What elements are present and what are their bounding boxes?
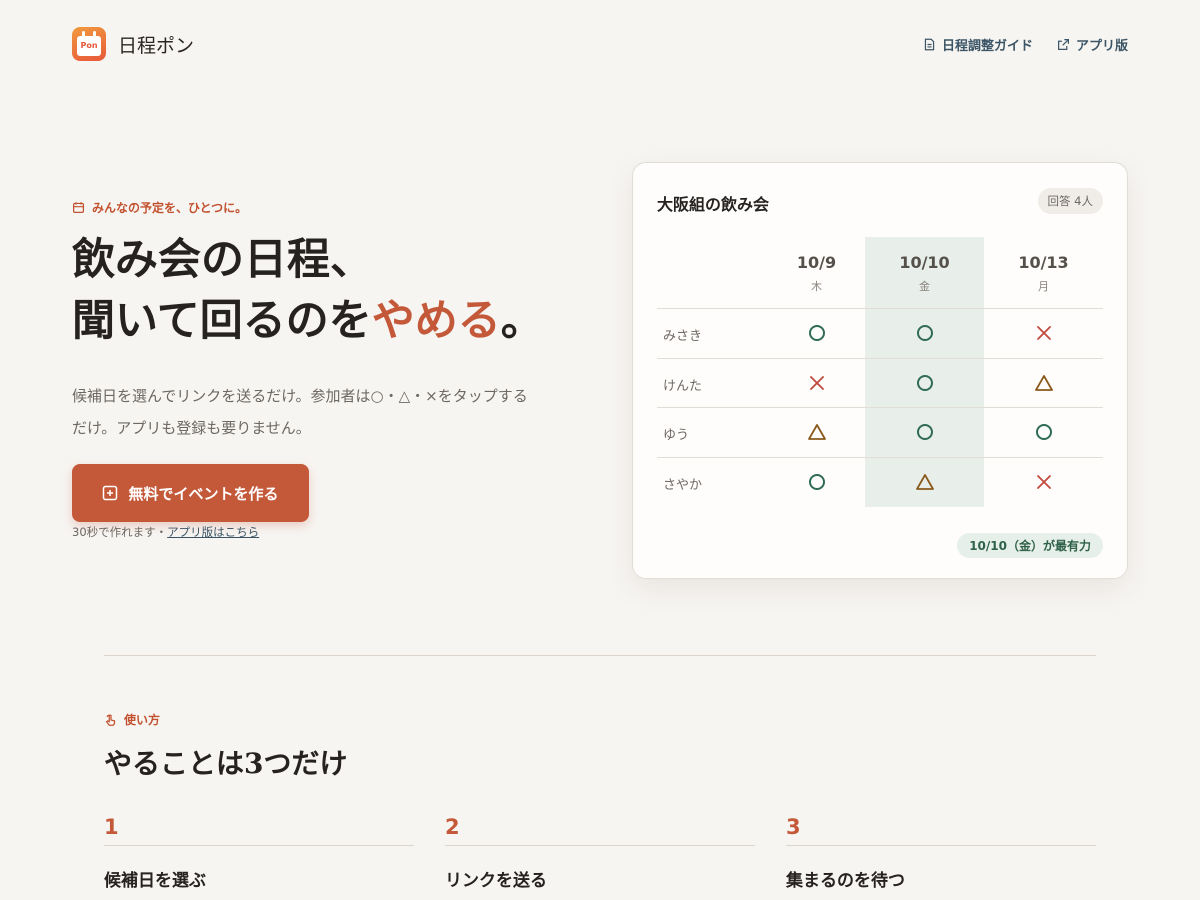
how-title: やることは3つだけ xyxy=(104,747,348,780)
date-header-row: 10/9 木 10/10 金 10/13 月 xyxy=(657,237,1103,309)
top-nav: 日程調整ガイド アプリ版 xyxy=(923,35,1128,54)
step-label: 集まるのを待つ xyxy=(786,871,905,891)
external-link-icon xyxy=(1058,38,1069,50)
step-card: 3 集まるのを待つ xyxy=(786,815,1096,891)
schedule-preview-card: 大阪組の飲み会 回答 4人 10/9 木 10/10 金 10/13 月 みさき… xyxy=(632,162,1128,579)
best-date-badge: 10/10（金）が最有力 xyxy=(957,533,1103,558)
circle-mark-icon xyxy=(915,323,935,343)
create-event-label: 無料でイベントを作る xyxy=(128,484,279,503)
availability-grid: 10/9 木 10/10 金 10/13 月 みさきけんたゆうさやか xyxy=(657,237,1103,507)
triangle-mark-icon xyxy=(1034,373,1054,393)
triangle-mark-icon xyxy=(915,472,935,492)
date-label: 10/9 xyxy=(796,253,837,272)
how-eyebrow-text: 使い方 xyxy=(124,713,161,727)
circle-mark-icon xyxy=(1034,422,1054,442)
step-number: 2 xyxy=(445,815,755,846)
participant-row: さやか xyxy=(657,458,1103,508)
cta-note: 30秒で作れます・アプリ版はこちら xyxy=(72,524,259,540)
tap-hand-icon xyxy=(105,714,116,726)
response-count-badge: 回答 4人 xyxy=(1037,188,1103,214)
weekday-label: 月 xyxy=(1038,280,1049,293)
logo-text: Pon xyxy=(77,35,101,56)
nav-app-link[interactable]: アプリ版 xyxy=(1057,35,1128,54)
cta-note-text: 30秒で作れます・ xyxy=(72,525,168,539)
participant-rows: みさきけんたゆうさやか xyxy=(657,309,1103,507)
circle-mark-icon xyxy=(807,323,827,343)
circle-mark-icon xyxy=(915,373,935,393)
nav-app-label: アプリ版 xyxy=(1075,38,1128,54)
step-label: 候補日を選ぶ xyxy=(104,871,206,891)
step-card: 1 候補日を選ぶ xyxy=(104,815,414,891)
hero-title-accent: やめる xyxy=(371,296,501,346)
app-version-link[interactable]: アプリ版はこちら xyxy=(167,525,259,539)
create-event-button[interactable]: 無料でイベントを作る xyxy=(72,464,309,522)
calendar-icon xyxy=(73,202,84,213)
step-number: 1 xyxy=(104,815,414,846)
step-label: リンクを送る xyxy=(445,871,547,891)
circle-mark-icon xyxy=(915,422,935,442)
nav-guide-link[interactable]: 日程調整ガイド xyxy=(923,35,1033,54)
event-title: 大阪組の飲み会 xyxy=(657,195,770,214)
participant-name: みさき xyxy=(663,329,703,344)
hero-subtitle: 候補日を選んでリンクを送るだけ。参加者は○・△・×をタップするだけ。アプリも登録… xyxy=(72,387,528,437)
cross-mark-icon xyxy=(807,373,827,393)
participant-name: さやか xyxy=(663,477,703,493)
logo-icon: Pon xyxy=(72,27,106,61)
cross-mark-icon xyxy=(1034,323,1054,343)
triangle-mark-icon xyxy=(807,422,827,442)
site-header: Pon 日程ポン 日程調整ガイド アプリ版 xyxy=(72,26,1128,62)
hero-title-line2a: 聞いて回るのを xyxy=(72,296,372,346)
hero-eyebrow: みんなの予定を、ひとつに。 xyxy=(72,199,247,216)
brand[interactable]: Pon 日程ポン xyxy=(72,27,194,61)
nav-guide-label: 日程調整ガイド xyxy=(941,38,1033,54)
section-divider xyxy=(104,655,1096,656)
date-label: 10/13 xyxy=(1018,253,1069,272)
participant-name: けんた xyxy=(663,378,703,394)
document-icon xyxy=(924,38,935,50)
how-eyebrow: 使い方 xyxy=(104,711,160,728)
weekday-label: 金 xyxy=(919,280,930,293)
hero-title-line1: 飲み会の日程、 xyxy=(72,235,373,285)
hero-title: 飲み会の日程、 聞いて回るのをやめる。 xyxy=(72,230,592,352)
hero-title-line2b: 。 xyxy=(500,296,544,346)
date-column: 10/9 木 xyxy=(757,253,876,294)
date-label: 10/10 xyxy=(899,253,950,272)
participant-row: みさき xyxy=(657,309,1103,359)
participant-row: けんた xyxy=(657,359,1103,408)
step-number: 3 xyxy=(786,815,1096,846)
participant-row: ゆう xyxy=(657,408,1103,458)
brand-name: 日程ポン xyxy=(118,34,195,57)
step-card: 2 リンクを送る xyxy=(445,815,755,891)
circle-mark-icon xyxy=(807,472,827,492)
cross-mark-icon xyxy=(1034,472,1054,492)
date-column: 10/13 月 xyxy=(984,253,1103,294)
weekday-label: 木 xyxy=(811,280,822,293)
date-column: 10/10 金 xyxy=(865,253,984,294)
hero-eyebrow-text: みんなの予定を、ひとつに。 xyxy=(92,201,248,215)
add-calendar-icon xyxy=(103,485,118,501)
participant-name: ゆう xyxy=(663,428,690,443)
